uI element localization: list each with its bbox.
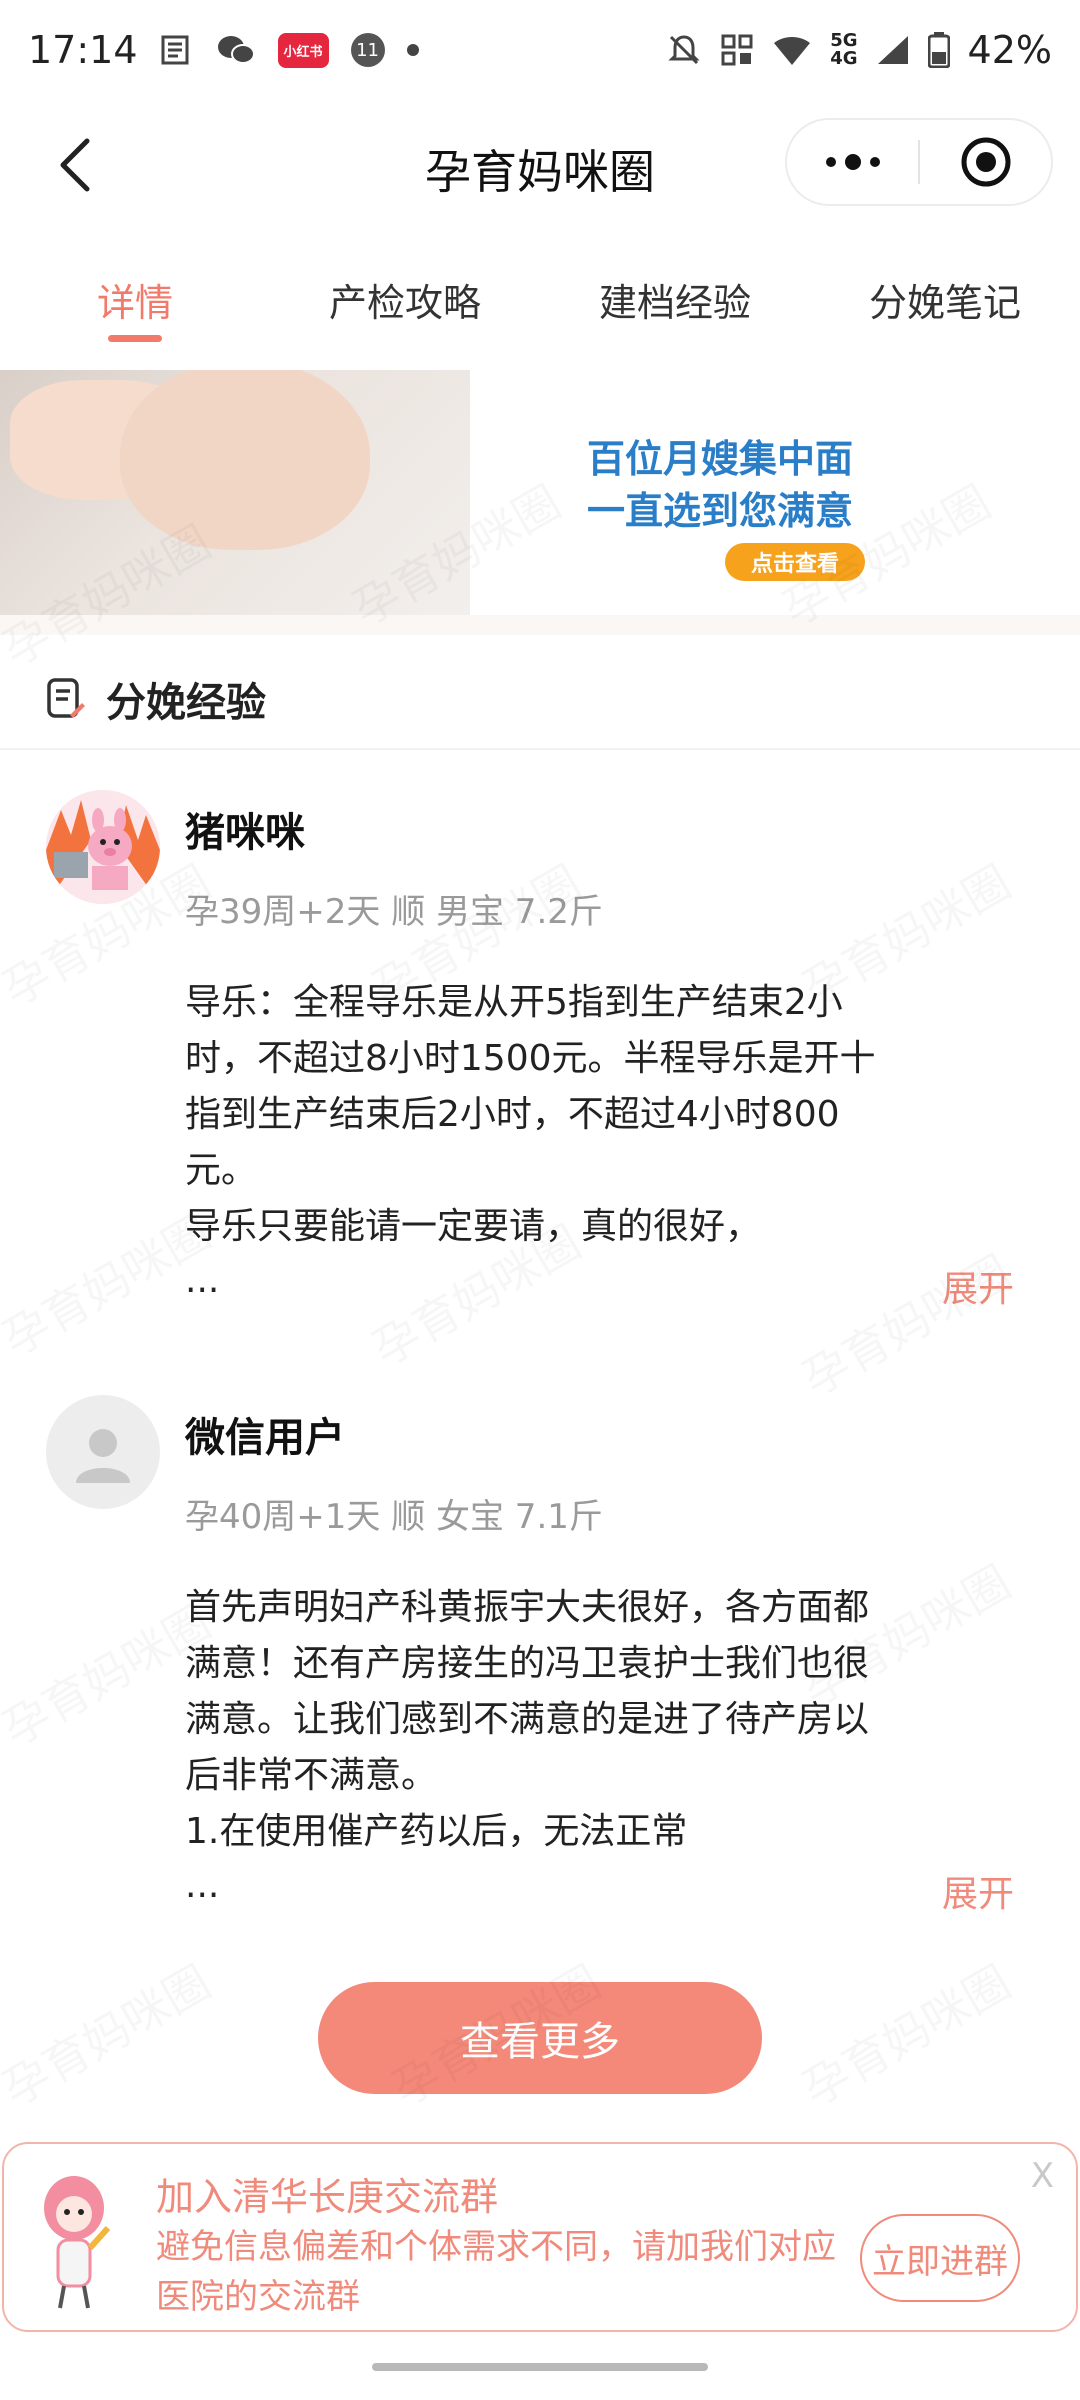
tab-label: 详情	[96, 281, 173, 325]
home-indicator[interactable]	[372, 2363, 708, 2371]
post-ellipsis: ...	[185, 1260, 220, 1301]
banner-cta-button[interactable]: 点击查看	[725, 543, 865, 581]
tab-label: 建档经验	[598, 281, 751, 325]
username: 猪咪咪	[185, 810, 305, 856]
more-dots-icon	[825, 154, 880, 170]
join-description: 避免信息偏差和个体需求不同，请加我们对应 医院的交流群	[156, 2227, 836, 2317]
join-now-button[interactable]: 立即进群	[860, 2214, 1020, 2302]
news-icon	[160, 34, 194, 66]
post-ellipsis: ...	[185, 1865, 220, 1906]
close-miniprogram-button[interactable]	[920, 120, 1051, 204]
view-more-button[interactable]: 查看更多	[318, 1982, 762, 2094]
tab-label: 分娩笔记	[868, 281, 1021, 325]
expand-link[interactable]: 展开	[942, 1260, 1014, 1312]
pregnancy-meta: 孕39周+2天 顺 男宝 7.2斤	[185, 892, 603, 932]
default-user-icon	[76, 1429, 130, 1483]
status-bar: 17:14 小红书 11 5G 4G 42%	[0, 0, 1080, 100]
cartoon-pig-avatar-icon	[46, 790, 160, 904]
section-title: 分娩经验	[106, 680, 266, 726]
close-card-button[interactable]: X	[1031, 2156, 1054, 2196]
pregnancy-meta: 孕40周+1天 顺 女宝 7.1斤	[185, 1497, 603, 1537]
watermark: 孕育妈咪圈	[0, 1947, 221, 2119]
username: 微信用户	[185, 1415, 345, 1461]
baby-feet-photo	[0, 370, 470, 615]
banner-text-area: 百位月嫂集中面 一直选到您满意 点击查看	[470, 370, 1080, 615]
avatar[interactable]	[46, 1395, 160, 1509]
xiaohongshu-icon: 小红书	[277, 32, 329, 68]
nfc-icon	[720, 33, 754, 67]
banner-line-2: 一直选到您满意	[586, 489, 853, 533]
expand-link[interactable]: 展开	[942, 1865, 1014, 1917]
wechat-icon	[216, 33, 256, 67]
status-time: 17:14	[28, 28, 138, 72]
promo-banner[interactable]: 百位月嫂集中面 一直选到您满意 点击查看	[0, 370, 1080, 615]
network-type-icon: 5G 4G	[830, 30, 858, 69]
nav-header: 孕育妈咪圈	[0, 100, 1080, 230]
join-title: 加入清华长庚交流群	[156, 2175, 499, 2219]
tab-details[interactable]: 详情	[0, 250, 270, 350]
post-content: 导乐：全程导乐是从开5指到生产结束2小 时，不超过8小时1500元。半程导乐是开…	[185, 982, 876, 1247]
mute-icon	[666, 32, 702, 68]
join-group-card: 加入清华长庚交流群 避免信息偏差和个体需求不同，请加我们对应 医院的交流群 立即…	[2, 2142, 1078, 2332]
tab-bar: 详情 产检攻略 建档经验 分娩笔记	[0, 250, 1080, 350]
active-tab-indicator	[108, 335, 162, 342]
avatar[interactable]	[46, 790, 160, 904]
more-menu-button[interactable]	[787, 120, 918, 204]
more-notifications-dot-icon	[406, 44, 419, 56]
foot-shape	[120, 370, 370, 550]
tab-delivery-notes[interactable]: 分娩笔记	[810, 250, 1080, 350]
tab-label: 产检攻略	[328, 281, 481, 325]
tab-prenatal-guide[interactable]: 产检攻略	[270, 250, 540, 350]
section-header: 分娩经验	[0, 650, 1080, 750]
wifi-icon	[772, 33, 812, 67]
target-close-icon	[961, 137, 1010, 187]
tab-registration-experience[interactable]: 建档经验	[540, 250, 810, 350]
miniprogram-capsule	[785, 118, 1053, 206]
notification-count-badge: 11	[350, 33, 385, 67]
signal-icon	[876, 34, 910, 66]
battery-icon	[927, 32, 950, 68]
post-content: 首先声明妇产科黄振宇大夫很好，各方面都 满意！还有产房接生的冯卫袁护士我们也很 …	[185, 1587, 870, 1852]
battery-percent: 42%	[967, 28, 1052, 72]
watermark: 孕育妈咪圈	[789, 1947, 1021, 2119]
banner-divider	[0, 615, 1080, 635]
notes-edit-icon	[47, 678, 85, 718]
mascot-icon	[44, 2176, 111, 2309]
banner-line-1: 百位月嫂集中面	[586, 437, 853, 481]
